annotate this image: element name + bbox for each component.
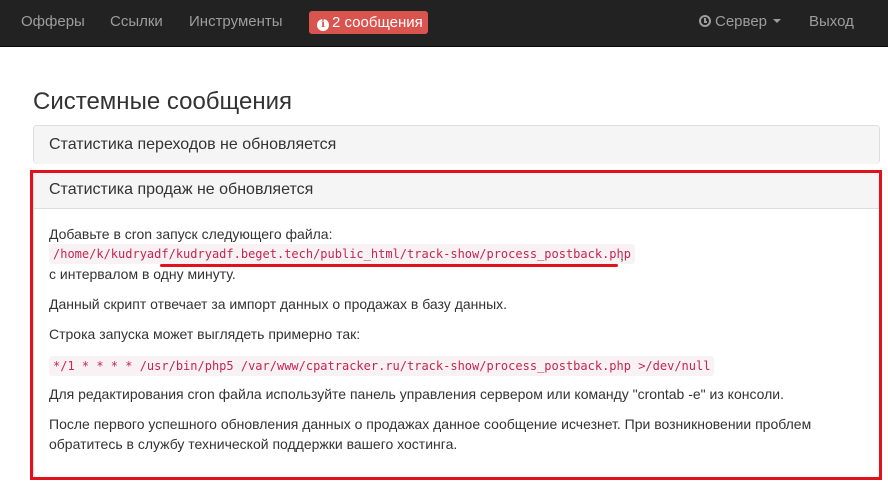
panel-sales-stats: Статистика продаж не обновляется Добавьт… [33, 170, 880, 478]
clock-icon [699, 15, 711, 27]
nav-offers[interactable]: Офферы [21, 13, 85, 31]
disappear-note-line1: После первого успешного обновления данны… [49, 416, 812, 432]
instruction-text: Добавьте в cron запуск следующего файла: [49, 226, 333, 242]
panel-heading-clicks[interactable]: Статистика переходов не обновляется [34, 126, 879, 164]
nav-links[interactable]: Ссылки [110, 13, 163, 31]
launch-line-intro: Строка запуска может выглядеть примерно … [49, 326, 361, 342]
server-dropdown[interactable]: Сервер [699, 13, 782, 30]
disappear-note-line2: обратитесь в службу технической поддержк… [49, 436, 458, 452]
server-label: Сервер [715, 13, 768, 30]
panel-clicks-stats: Статистика переходов не обновляется [33, 125, 880, 164]
file-path-code: /home/k/kudryadf/kudryadf.beget.tech/pub… [49, 244, 635, 264]
nav-tools[interactable]: Инструменты [189, 13, 283, 31]
script-description: Данный скрипт отвечает за импорт данных … [49, 296, 508, 312]
crontab-instruction: Для редактирования cron файла используйт… [49, 386, 784, 402]
interval-text: с интервалом в одну минуту. [49, 266, 236, 282]
caret-down-icon [773, 19, 782, 23]
messages-label: 2 сообщения [332, 14, 423, 31]
comma-text: , [620, 247, 624, 263]
logout-link[interactable]: Выход [809, 13, 854, 31]
page-title: Системные сообщения [33, 88, 293, 115]
panel-heading-sales[interactable]: Статистика продаж не обновляется [34, 171, 879, 209]
top-navbar: Офферы Ссылки Инструменты i2 сообщения С… [0, 0, 888, 47]
messages-button[interactable]: i2 сообщения [309, 11, 428, 34]
info-circle-icon: i [317, 19, 329, 31]
cron-line-code: */1 * * * * /usr/bin/php5 /var/www/cpatr… [49, 356, 715, 376]
